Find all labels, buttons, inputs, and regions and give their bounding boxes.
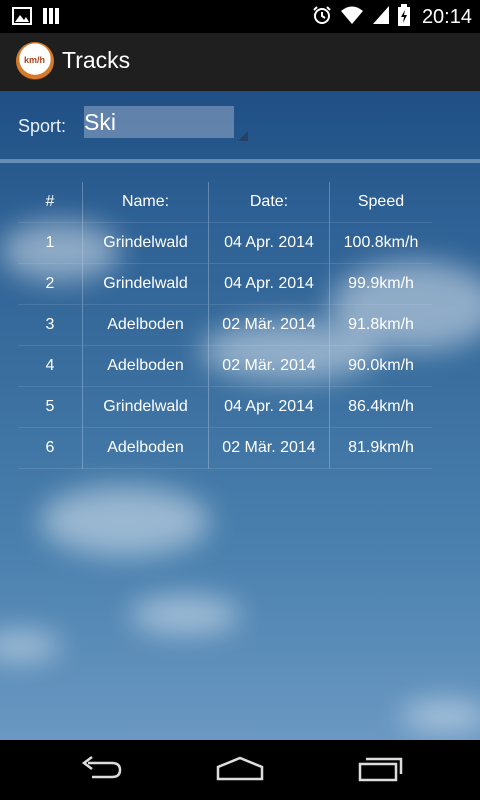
table-row[interactable]: 5 Grindelwald 04 Apr. 2014 86.4km/h bbox=[18, 386, 432, 428]
cell-date: 02 Mär. 2014 bbox=[208, 427, 330, 469]
cell-speed: 100.8km/h bbox=[329, 222, 432, 264]
background-cloud bbox=[40, 486, 210, 556]
cell-name: Adelboden bbox=[82, 427, 209, 469]
recent-apps-button[interactable] bbox=[349, 750, 413, 790]
back-button[interactable] bbox=[68, 750, 132, 790]
back-icon bbox=[78, 755, 122, 786]
header-date[interactable]: Date: bbox=[208, 182, 330, 223]
table-row[interactable]: 4 Adelboden 02 Mär. 2014 90.0km/h bbox=[18, 345, 432, 387]
cell-number: 3 bbox=[45, 316, 55, 333]
cell-name: Grindelwald bbox=[82, 222, 209, 264]
cell-speed: 91.8km/h bbox=[329, 304, 432, 346]
status-bar: 20:14 bbox=[0, 0, 480, 33]
spinner-corner-icon bbox=[238, 131, 248, 141]
table-row[interactable]: 6 Adelboden 02 Mär. 2014 81.9km/h bbox=[18, 427, 432, 469]
cell-date: 02 Mär. 2014 bbox=[208, 304, 330, 346]
cell-name: Adelboden bbox=[82, 345, 209, 387]
cell-date: 02 Mär. 2014 bbox=[208, 345, 330, 387]
navigation-bar bbox=[0, 740, 480, 800]
home-icon bbox=[216, 755, 264, 786]
alarm-icon bbox=[312, 5, 332, 30]
battery-icon bbox=[397, 4, 410, 31]
tracks-table: # Name: Date: Speed 1 Grindelwald 04 Apr… bbox=[18, 182, 432, 469]
wifi-icon bbox=[340, 5, 364, 30]
cell-number: 6 bbox=[45, 439, 55, 456]
background-cloud bbox=[400, 701, 480, 731]
signal-icon bbox=[372, 5, 390, 30]
table-row[interactable]: 3 Adelboden 02 Mär. 2014 91.8km/h bbox=[18, 304, 432, 346]
sport-value: Ski bbox=[84, 109, 116, 135]
header-number[interactable]: # bbox=[18, 182, 83, 223]
table-header-row: # Name: Date: Speed bbox=[18, 182, 432, 223]
cell-number: 5 bbox=[45, 398, 55, 415]
divider bbox=[0, 159, 480, 163]
cell-number: 4 bbox=[45, 357, 55, 374]
table-row[interactable]: 1 Grindelwald 04 Apr. 2014 100.8km/h bbox=[18, 222, 432, 264]
sport-label: Sport: bbox=[18, 116, 67, 136]
cell-name: Adelboden bbox=[82, 304, 209, 346]
status-time: 20:14 bbox=[421, 6, 472, 28]
page-title: Tracks bbox=[62, 47, 131, 73]
background-cloud bbox=[130, 596, 240, 634]
cell-date: 04 Apr. 2014 bbox=[208, 263, 330, 305]
image-icon bbox=[12, 7, 32, 30]
cell-number: 2 bbox=[45, 275, 55, 292]
sport-row: Sport: Ski bbox=[0, 91, 480, 163]
cell-number: 1 bbox=[45, 234, 55, 251]
app-logo-text: km/h bbox=[24, 55, 46, 65]
cell-speed: 90.0km/h bbox=[329, 345, 432, 387]
sport-spinner[interactable]: Ski bbox=[84, 106, 234, 138]
header-speed[interactable]: Speed bbox=[329, 182, 432, 223]
header-name[interactable]: Name: bbox=[82, 182, 209, 223]
cell-date: 04 Apr. 2014 bbox=[208, 222, 330, 264]
app-logo-icon[interactable]: km/h bbox=[16, 42, 54, 80]
cell-name: Grindelwald bbox=[82, 386, 209, 428]
cell-speed: 86.4km/h bbox=[329, 386, 432, 428]
recent-apps-icon bbox=[358, 754, 404, 787]
table-row[interactable]: 2 Grindelwald 04 Apr. 2014 99.9km/h bbox=[18, 263, 432, 305]
cell-speed: 81.9km/h bbox=[329, 427, 432, 469]
cell-date: 04 Apr. 2014 bbox=[208, 386, 330, 428]
cell-name: Grindelwald bbox=[82, 263, 209, 305]
home-button[interactable] bbox=[208, 750, 272, 790]
action-bar: km/h Tracks bbox=[0, 33, 480, 93]
storage-icon bbox=[42, 7, 62, 30]
tracks-content: Sport: Ski # Name: Date: Speed 1 Grindel… bbox=[0, 91, 480, 740]
background-cloud bbox=[0, 631, 60, 661]
cell-speed: 99.9km/h bbox=[329, 263, 432, 305]
